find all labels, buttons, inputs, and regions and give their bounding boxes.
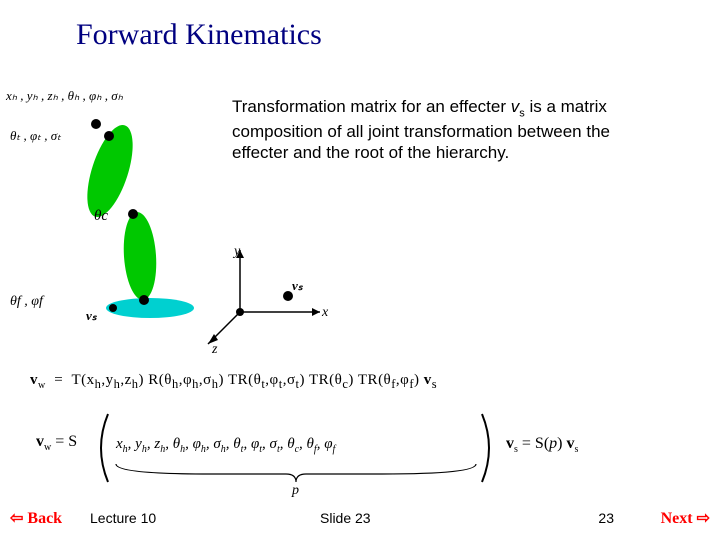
equation-2: vw = S xh, yh, zh, θh, φh, σh, θt, φt, σ… xyxy=(30,408,690,488)
axis-z-label: z xyxy=(212,342,217,358)
label-calf: θc xyxy=(94,208,108,225)
svg-text:xh, yh, zh, θh, φh, σh, θt, φt: xh, yh, zh, θh, φh, σh, θt, φt, σt, θc, … xyxy=(115,436,337,455)
equation-1: vw = T(xh,yh,zh) R(θh,φh,σh) TR(θt,φt,σt… xyxy=(30,372,690,392)
vs-symbol: v xyxy=(511,97,520,116)
label-thigh: θₜ , φₜ , σₜ xyxy=(10,128,61,144)
label-foot: θf , φf xyxy=(10,294,43,310)
arrow-left-icon: ⇦ xyxy=(10,510,27,527)
lecture-label: Lecture 10 xyxy=(90,510,156,526)
back-label: Back xyxy=(27,510,62,527)
slide-number: Slide 23 xyxy=(320,510,371,526)
svg-text:p: p xyxy=(291,483,299,498)
axis-vs-label: vₛ xyxy=(292,278,303,294)
axis-x-label: x xyxy=(322,305,328,321)
axes-diagram: y x z vₛ xyxy=(200,250,340,360)
page-number: 23 xyxy=(598,510,614,526)
description-paragraph: Transformation matrix for an effecter vs… xyxy=(232,96,662,164)
slide-title: Forward Kinematics xyxy=(0,0,720,52)
para-pre: Transformation matrix for an effecter xyxy=(232,97,511,116)
svg-text:vs = S(p) vs: vs = S(p) vs xyxy=(506,435,578,455)
label-hip: xₕ , yₕ , zₕ , θₕ , φₕ , σₕ xyxy=(6,88,123,104)
back-button[interactable]: ⇦ Back xyxy=(10,508,62,528)
eq1-body: T(xh,yh,zh) R(θh,φh,σh) TR(θt,φt,σt) TR(… xyxy=(71,372,437,388)
label-vs-left: vₛ xyxy=(86,308,97,324)
next-button[interactable]: Next ⇨ xyxy=(661,508,710,528)
next-label: Next xyxy=(661,510,693,527)
leg-diagram: xₕ , yₕ , zₕ , θₕ , φₕ , σₕ θₜ , φₜ , σₜ… xyxy=(10,86,230,366)
arrow-right-icon: ⇨ xyxy=(693,510,710,527)
axis-y-label: y xyxy=(234,244,240,260)
svg-text:vw = S: vw = S xyxy=(36,433,77,453)
footer: ⇦ Back Lecture 10 Slide 23 23 Next ⇨ xyxy=(0,506,720,534)
